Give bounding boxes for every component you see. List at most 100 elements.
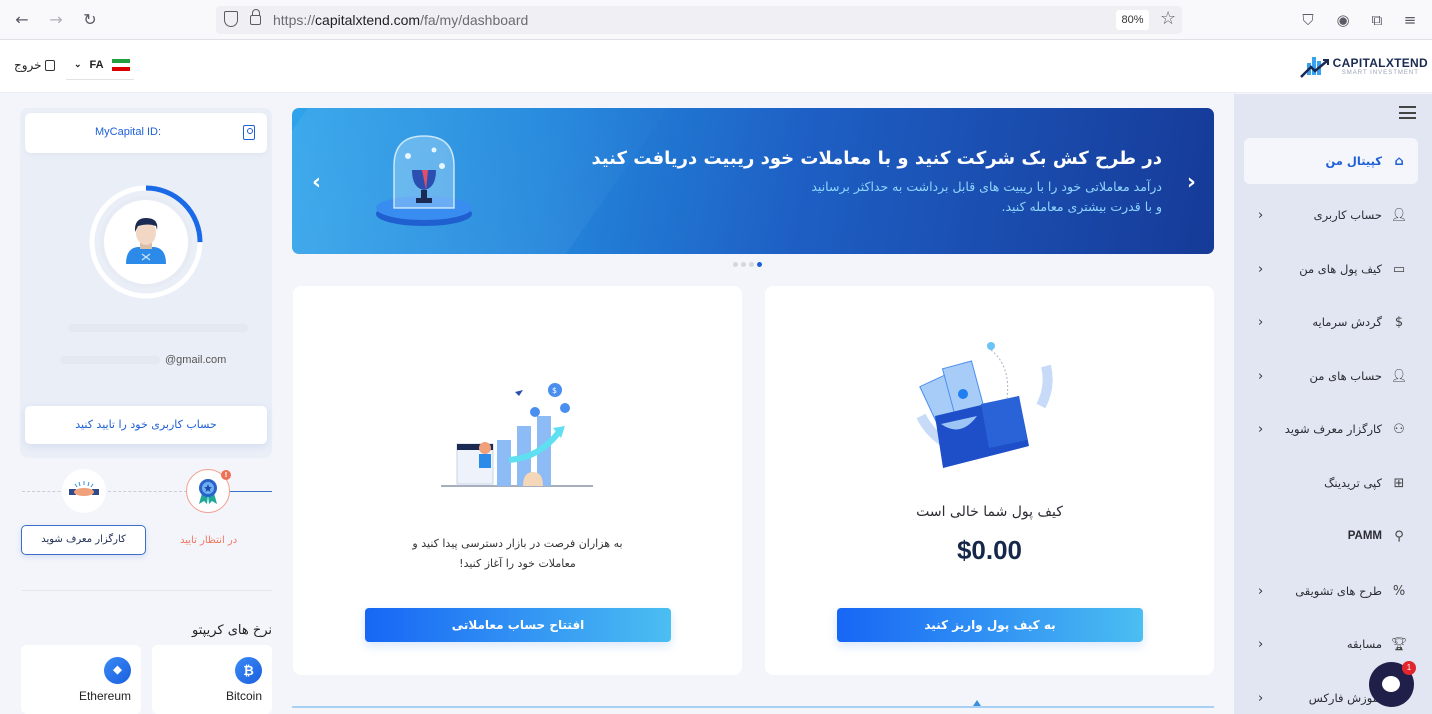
- chevron-left-icon: ‹: [1258, 261, 1264, 277]
- empty-wallet-illustration: [916, 342, 1053, 468]
- sidebar-item-label: گردش سرمایه: [1312, 315, 1382, 329]
- chevron-left-icon: ‹: [1258, 583, 1264, 599]
- sidebar-item-wallets[interactable]: ▭ کیف پول های من ‹: [1244, 246, 1418, 292]
- url-domain: capitalxtend.com: [315, 12, 421, 28]
- sidebar-item-label: حساب کاربری: [1313, 208, 1382, 222]
- browser-toolbar: ← → ↻ https://capitalxtend.com/fa/my/das…: [0, 0, 1432, 40]
- chevron-left-icon: ‹: [1258, 421, 1264, 437]
- language-code: FA: [89, 58, 104, 71]
- zoom-level[interactable]: 80%: [1116, 10, 1149, 30]
- caret-up-icon: [973, 700, 981, 706]
- chat-bubble-icon: [1382, 676, 1400, 692]
- url-text[interactable]: https://capitalxtend.com/fa/my/dashboard: [273, 12, 528, 28]
- extensions-icon[interactable]: ⧉: [1368, 11, 1386, 29]
- sidebar-item-label: طرح های تشویقی: [1295, 584, 1382, 598]
- banner-title: در طرح کش بک شرکت کنید و با معاملات خود …: [591, 148, 1162, 169]
- back-icon[interactable]: ←: [12, 10, 32, 30]
- logout-label: خروج: [14, 58, 42, 72]
- banner-next-button[interactable]: ›: [1187, 170, 1196, 195]
- copy-network-icon: ⊞: [1393, 475, 1405, 491]
- chevron-left-icon: ‹: [1258, 636, 1264, 652]
- banner-pagination: [733, 262, 762, 267]
- crypto-card-bitcoin[interactable]: ₿ Bitcoin: [152, 645, 272, 714]
- pagination-dot[interactable]: [733, 262, 738, 267]
- trading-card-text: به هزاران فرصت در بازار دسترسی پیدا کنید…: [412, 537, 623, 570]
- user-chart-icon: 👤︎: [1390, 368, 1408, 384]
- ethereum-icon: ◆: [104, 657, 131, 684]
- sidebar-item-my-capital[interactable]: ⌂ کپیتال من: [1244, 138, 1418, 184]
- user-email: @gmail.com: [165, 354, 227, 366]
- language-selector[interactable]: ⌄ FA: [66, 50, 134, 80]
- forward-icon[interactable]: →: [46, 10, 66, 30]
- pending-badge: !: [221, 470, 231, 480]
- chat-unread-badge: 1: [1402, 661, 1416, 675]
- wallet-empty-title: کیف پول شما خالی است: [916, 504, 1063, 520]
- logout-button[interactable]: خروج: [14, 58, 55, 72]
- group-icon: ⚇: [1393, 421, 1405, 437]
- referral-step: [62, 469, 106, 513]
- url-path: /fa/my/dashboard: [420, 12, 529, 28]
- wallet-icon: ▭: [1392, 261, 1406, 277]
- verify-account-button[interactable]: حساب کاربری خود را تایید کنید: [25, 406, 267, 444]
- open-trading-account-button[interactable]: افتتاح حساب معاملاتی: [365, 608, 671, 642]
- id-badge-icon[interactable]: [243, 125, 255, 140]
- address-bar[interactable]: https://capitalxtend.com/fa/my/dashboard…: [216, 6, 1182, 34]
- sidebar-item-pamm[interactable]: ⚲ PAMM: [1244, 513, 1418, 559]
- sidebar-item-label: کارگزار معرف شوید: [1284, 422, 1382, 436]
- lock-icon[interactable]: [250, 9, 261, 25]
- profile-progress-ring: [89, 185, 203, 299]
- become-ib-button[interactable]: کارگزار معرف شوید: [21, 525, 146, 555]
- sidebar-item-capital-flow[interactable]: $ گردش سرمایه ‹: [1244, 299, 1418, 345]
- account-icon[interactable]: ◉: [1334, 11, 1352, 29]
- chevron-left-icon: ‹: [1258, 690, 1264, 706]
- user-icon: 👤︎: [1390, 207, 1408, 223]
- mycapital-id-card: MyCapital ID:: [25, 113, 267, 153]
- hamburger-icon[interactable]: [1399, 106, 1416, 119]
- pagination-dot-active[interactable]: [757, 262, 762, 267]
- logo[interactable]: CAPITALXTEND SMART INVESTMENT: [1299, 53, 1428, 79]
- logo-title: CAPITALXTEND: [1332, 56, 1428, 70]
- logo-mark-icon: [1299, 53, 1329, 79]
- star-icon[interactable]: ☆: [1160, 8, 1176, 29]
- pamm-users-icon: ⚲: [1394, 528, 1404, 544]
- sidebar-item-label: PAMM: [1347, 530, 1382, 542]
- sidebar-item-become-ib[interactable]: ⚇ کارگزار معرف شوید ‹: [1244, 406, 1418, 452]
- sidebar-item-copy-trading[interactable]: ⊞ کپی تریدینگ: [1244, 460, 1418, 506]
- pagination-dot[interactable]: [741, 262, 746, 267]
- mycapital-id-label: MyCapital ID:: [95, 126, 162, 138]
- home-chart-icon: ⌂: [1394, 153, 1404, 169]
- pagination-dot[interactable]: [749, 262, 754, 267]
- sidebar-item-label: حساب های من: [1309, 369, 1383, 383]
- trading-growth-illustration: $: [441, 383, 593, 487]
- sidebar-item-contest[interactable]: 🏆︎ مسابقه ‹: [1244, 621, 1418, 667]
- sidebar: ⌂ کپیتال من 👤︎ حساب کاربری ‹ ▭ کیف پول ه…: [1234, 94, 1432, 714]
- trophy-dome-illustration: [376, 135, 472, 226]
- sidebar-item-label: کیف پول های من: [1299, 262, 1382, 276]
- pocket-icon[interactable]: ⛉: [1299, 11, 1317, 29]
- chat-widget-button[interactable]: 1: [1369, 661, 1416, 707]
- menu-icon[interactable]: ≡: [1401, 11, 1419, 29]
- banner-prev-button[interactable]: ‹: [312, 170, 321, 195]
- bitcoin-icon: ₿: [235, 657, 262, 684]
- percent-badge-icon: %: [1392, 583, 1406, 599]
- app-header: خروج ⌄ FA CAPITALXTEND SMART INVESTMENT: [0, 40, 1432, 93]
- sidebar-item-my-accounts[interactable]: 👤︎ حساب های من ‹: [1244, 353, 1418, 399]
- sidebar-item-user-account[interactable]: 👤︎ حساب کاربری ‹: [1244, 192, 1418, 238]
- verification-step: !: [186, 469, 231, 513]
- promo-banner[interactable]: ‹ › در طرح کش بک شرکت کنید و با معاملات …: [292, 108, 1214, 254]
- crypto-card-ethereum[interactable]: ◆ Ethereum: [21, 645, 141, 714]
- blurred-email-user: [60, 356, 160, 364]
- wallet-balance: $0.00: [956, 535, 1023, 565]
- deposit-to-wallet-button[interactable]: به کیف پول واریز کنید: [837, 608, 1143, 642]
- url-prefix: https://: [273, 12, 316, 28]
- sidebar-item-label: کپیتال من: [1325, 154, 1382, 168]
- reload-icon[interactable]: ↻: [80, 10, 100, 30]
- divider: [22, 590, 272, 591]
- sidebar-item-promotions[interactable]: % طرح های تشویقی ‹: [1244, 568, 1418, 614]
- money-hand-icon: $: [1394, 314, 1404, 330]
- shield-icon[interactable]: [224, 11, 238, 27]
- trophy-icon: 🏆︎: [1390, 636, 1408, 652]
- banner-decoration: [292, 108, 683, 254]
- sidebar-item-label: مسابقه: [1346, 637, 1382, 651]
- timeline-solid-line: [230, 491, 272, 492]
